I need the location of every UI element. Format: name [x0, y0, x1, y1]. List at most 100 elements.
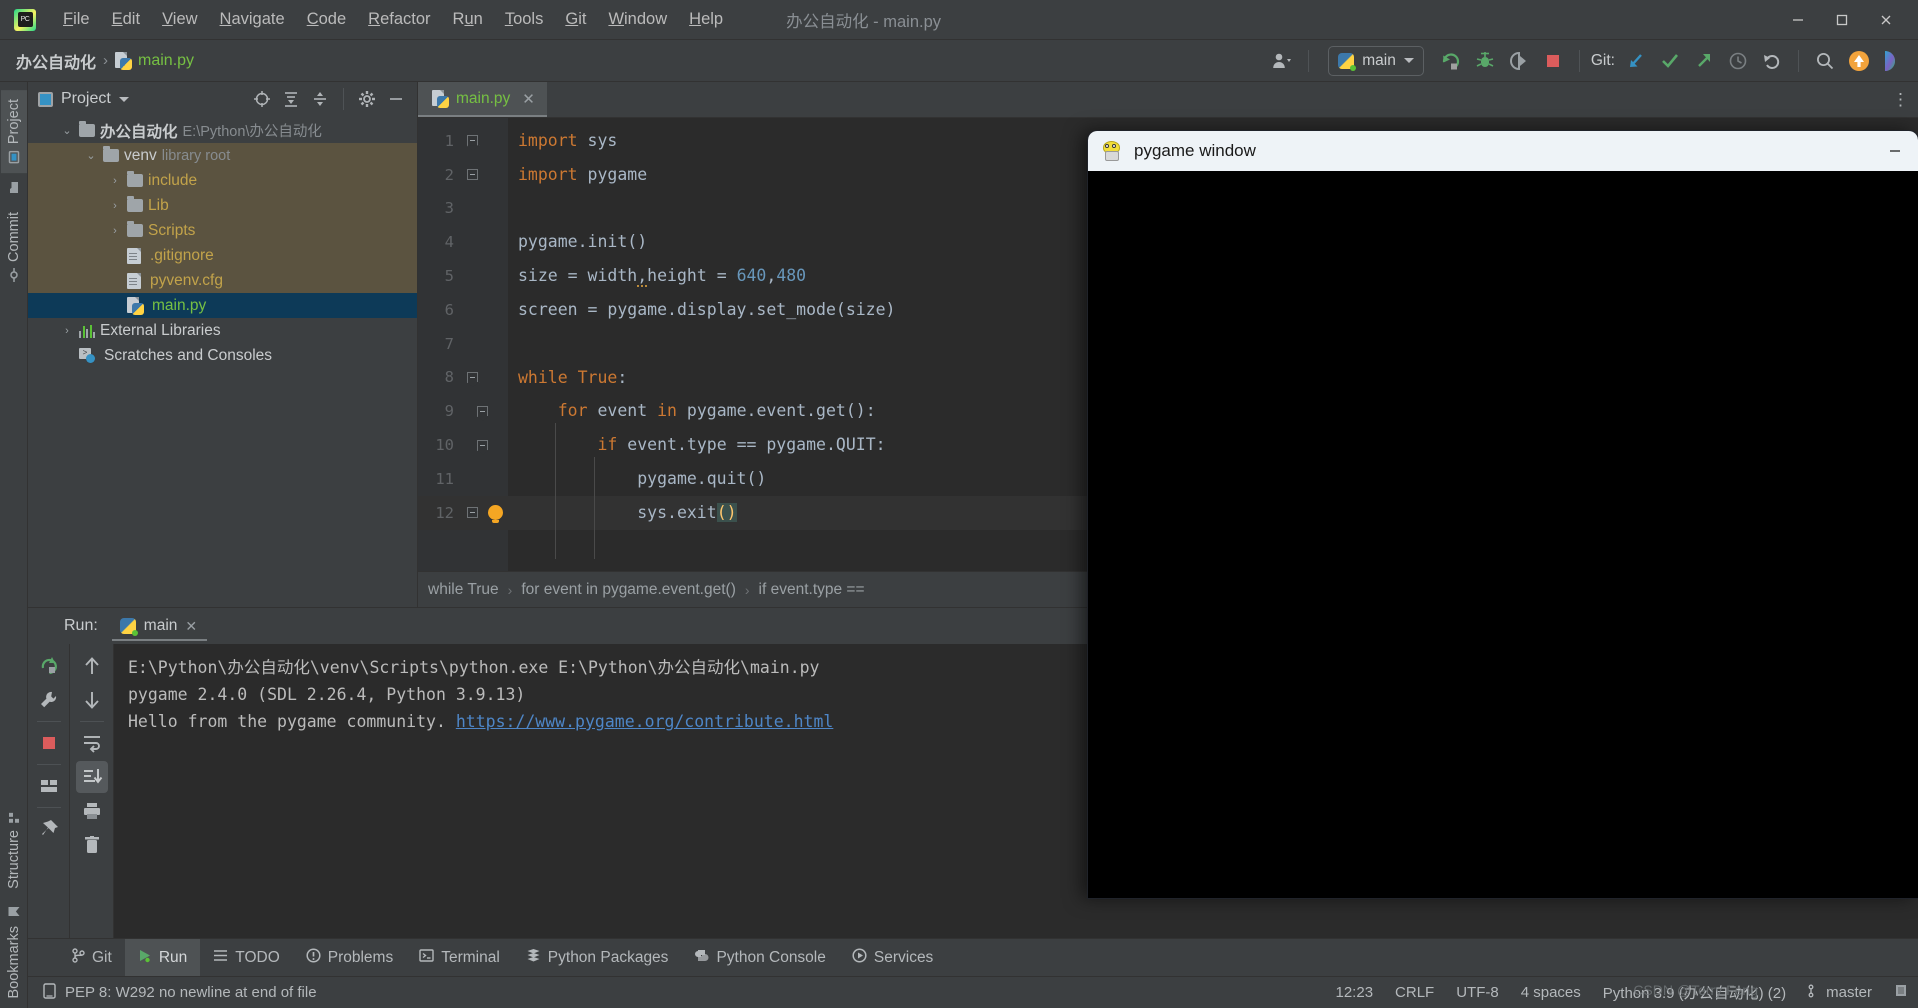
menu-refactor[interactable]: Refactor: [357, 6, 441, 33]
menu-window[interactable]: Window: [597, 6, 678, 33]
pygame-contribute-link[interactable]: https://www.pygame.org/contribute.html: [456, 712, 834, 731]
breadcrumb-segment-2[interactable]: for event in pygame.event.get(): [521, 581, 736, 599]
line-separator[interactable]: CRLF: [1395, 984, 1434, 1001]
bottom-tab-todo[interactable]: TODO: [200, 939, 293, 976]
bottom-tab-services[interactable]: Services: [839, 939, 946, 976]
bottom-tab-python-console[interactable]: Python Console: [681, 939, 838, 976]
run-configuration-selector[interactable]: main: [1328, 45, 1424, 76]
tree-row-include[interactable]: › include: [28, 168, 417, 193]
layout-icon[interactable]: [33, 770, 65, 802]
bottom-tab-run[interactable]: Run: [124, 939, 201, 976]
close-icon[interactable]: ✕: [185, 618, 197, 635]
pygame-window[interactable]: pygame window: [1088, 131, 1918, 898]
scroll-to-end-icon[interactable]: [75, 761, 108, 793]
stop-icon[interactable]: [33, 727, 65, 759]
tree-row-venv[interactable]: ⌄ venv library root: [28, 143, 417, 168]
memory-indicator-icon[interactable]: [1894, 983, 1908, 1002]
menu-edit[interactable]: Edit: [101, 6, 151, 33]
breadcrumb: 办公自动化 › main.py: [16, 49, 194, 73]
stop-icon[interactable]: [1538, 46, 1568, 76]
settings-gear-icon[interactable]: [354, 86, 380, 112]
close-tab-icon[interactable]: ✕: [522, 90, 535, 108]
git-branch-widget[interactable]: master: [1808, 984, 1872, 1002]
ide-update-icon[interactable]: [1844, 46, 1874, 76]
pygame-title-bar[interactable]: pygame window: [1088, 131, 1918, 171]
pygame-canvas[interactable]: [1088, 171, 1918, 898]
bottom-tab-git[interactable]: Git: [58, 939, 125, 976]
tab-main-py[interactable]: main.py ✕: [418, 82, 547, 117]
tree-row-lib[interactable]: › Lib: [28, 193, 417, 218]
history-icon[interactable]: [1723, 46, 1753, 76]
search-everywhere-icon[interactable]: [1810, 46, 1840, 76]
run-icon[interactable]: [1436, 46, 1466, 76]
debug-icon[interactable]: [1470, 46, 1500, 76]
expand-all-icon[interactable]: [278, 86, 304, 112]
chevron-right-icon[interactable]: ›: [60, 325, 74, 337]
git-push-icon[interactable]: [1689, 46, 1719, 76]
tree-row-main-py[interactable]: main.py: [28, 293, 417, 318]
run-tab-main[interactable]: main ✕: [111, 611, 208, 641]
chevron-down-icon[interactable]: [118, 96, 129, 102]
tree-row-gitignore[interactable]: .gitignore: [28, 243, 417, 268]
more-options-icon[interactable]: ⋮: [1892, 90, 1910, 110]
menu-view[interactable]: View: [151, 6, 208, 33]
rerun-icon[interactable]: [33, 650, 65, 682]
menu-run[interactable]: Run: [442, 6, 494, 33]
sidebar-item-commit[interactable]: Commit: [1, 203, 27, 290]
file-encoding[interactable]: UTF-8: [1456, 984, 1499, 1001]
editor-gutter[interactable]: 1 2 3 4 5 6 7 8 9 10 11 12: [418, 118, 508, 571]
sidebar-item-bookmarks[interactable]: Bookmarks: [1, 897, 27, 1008]
hide-panel-icon[interactable]: [383, 86, 409, 112]
soft-wrap-icon[interactable]: [76, 727, 108, 759]
menu-file[interactable]: File: [52, 6, 101, 33]
collapse-all-icon[interactable]: [307, 86, 333, 112]
maximize-icon[interactable]: [1820, 1, 1864, 39]
chevron-right-icon[interactable]: ›: [108, 175, 122, 187]
minimize-icon[interactable]: [1776, 1, 1820, 39]
undo-icon[interactable]: [1757, 46, 1787, 76]
sidebar-item-structure[interactable]: Structure: [1, 802, 27, 898]
chevron-right-icon[interactable]: ›: [108, 200, 122, 212]
tree-row-external-libraries[interactable]: › External Libraries: [28, 318, 417, 343]
chevron-down-icon[interactable]: ⌄: [84, 149, 98, 162]
bottom-tab-python-packages[interactable]: Python Packages: [513, 939, 682, 976]
inspection-widget-icon[interactable]: [42, 982, 57, 1003]
bottom-tab-terminal[interactable]: Terminal: [406, 939, 513, 976]
pin-tab-icon[interactable]: [33, 813, 65, 845]
up-arrow-icon[interactable]: [76, 650, 108, 682]
menu-code[interactable]: Code: [296, 6, 357, 33]
menu-tools[interactable]: Tools: [494, 6, 555, 33]
tree-row-project-root[interactable]: ⌄ 办公自动化 E:\Python\办公自动化: [28, 118, 417, 143]
intention-bulb-icon[interactable]: [488, 505, 503, 524]
bottom-tab-problems[interactable]: Problems: [293, 939, 406, 976]
tree-row-scratches[interactable]: > Scratches and Consoles: [28, 343, 417, 368]
chevron-down-icon[interactable]: ⌄: [60, 124, 74, 137]
sidebar-item-project[interactable]: Project: [0, 90, 27, 174]
tree-row-scripts[interactable]: › Scripts: [28, 218, 417, 243]
breadcrumb-segment-3[interactable]: if event.type ==: [759, 581, 865, 599]
clear-all-icon[interactable]: [76, 829, 108, 861]
down-arrow-icon[interactable]: [76, 684, 108, 716]
select-opened-file-icon[interactable]: [249, 86, 275, 112]
settings-wrench-icon[interactable]: [33, 684, 65, 716]
sidebar-item-folder[interactable]: [1, 173, 27, 203]
indent-setting[interactable]: 4 spaces: [1521, 984, 1581, 1001]
git-update-project-icon[interactable]: [1621, 46, 1651, 76]
user-account-icon[interactable]: [1267, 46, 1297, 76]
git-commit-icon[interactable]: [1655, 46, 1685, 76]
breadcrumb-project[interactable]: 办公自动化: [16, 49, 96, 73]
breadcrumb-segment-1[interactable]: while True: [428, 581, 499, 599]
print-icon[interactable]: [76, 795, 108, 827]
breadcrumb-file[interactable]: main.py: [138, 52, 194, 70]
menu-git[interactable]: Git: [554, 6, 597, 33]
python-interpreter[interactable]: Python 3.9 (办公自动化) (2): [1603, 982, 1786, 1003]
close-icon[interactable]: [1864, 1, 1908, 39]
menu-navigate[interactable]: Navigate: [209, 6, 296, 33]
feature-trainer-icon[interactable]: [1878, 46, 1908, 76]
tree-row-pyvenv-cfg[interactable]: pyvenv.cfg: [28, 268, 417, 293]
menu-help[interactable]: Help: [678, 6, 734, 33]
caret-position[interactable]: 12:23: [1336, 984, 1374, 1001]
run-with-coverage-icon[interactable]: [1504, 46, 1534, 76]
chevron-right-icon[interactable]: ›: [108, 225, 122, 237]
minimize-icon[interactable]: [1872, 131, 1918, 171]
